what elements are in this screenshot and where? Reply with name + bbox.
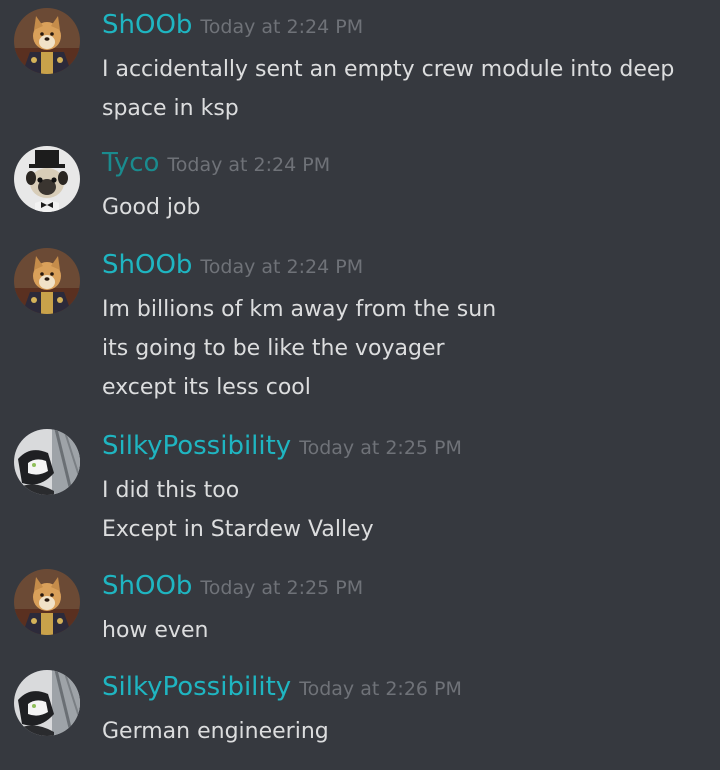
username[interactable]: ShOOb [102, 571, 192, 601]
message-header: Tyco Today at 2:24 PM [102, 146, 330, 183]
message-text: Good job [102, 195, 201, 220]
cat-window-avatar[interactable] [14, 429, 80, 495]
cat-window-avatar[interactable] [14, 670, 80, 736]
username[interactable]: ShOOb [102, 250, 192, 280]
timestamp: Today at 2:24 PM [167, 154, 331, 176]
message-header: ShOOb Today at 2:24 PM [102, 248, 363, 285]
message-text: I did this too [102, 478, 240, 503]
message-content: Good job [102, 188, 200, 227]
timestamp: Today at 2:25 PM [299, 437, 462, 459]
message-header: ShOOb Today at 2:24 PM [102, 8, 363, 45]
username[interactable]: SilkyPossibility [102, 672, 291, 702]
message-text: I accidentally sent an empty crew module… [102, 57, 675, 82]
pug-tophat-avatar[interactable] [14, 146, 80, 212]
chat-message-list: ShOOb Today at 2:24 PM I accidentally sen… [0, 0, 720, 770]
message-text: how even [102, 618, 209, 643]
message-text: German engineering [102, 719, 329, 744]
username[interactable]: SilkyPossibility [102, 431, 291, 461]
username[interactable]: ShOOb [102, 10, 192, 40]
message-text: Im billions of km away from the sun [102, 297, 497, 322]
shiba-general-avatar[interactable] [14, 569, 80, 635]
timestamp: Today at 2:26 PM [299, 678, 462, 700]
message-content: how even [102, 611, 208, 650]
message-header: SilkyPossibility Today at 2:26 PM [102, 670, 462, 707]
shiba-general-avatar[interactable] [14, 248, 80, 314]
message-content: German engineering [102, 712, 329, 751]
timestamp: Today at 2:24 PM [200, 256, 364, 278]
username[interactable]: Tyco [102, 148, 159, 178]
message-text: Except in Stardew Valley [102, 517, 374, 542]
timestamp: Today at 2:25 PM [200, 577, 364, 599]
message-text: space in ksp [102, 96, 239, 121]
message-text: its going to be like the voyager [102, 336, 445, 361]
message-content: I accidentally sent an empty crew module… [102, 50, 674, 128]
message-content: I did this too Except in Stardew Valley [102, 471, 374, 549]
message-text: except its less cool [102, 375, 311, 400]
message-content: Im billions of km away from the sun its … [102, 290, 496, 407]
timestamp: Today at 2:24 PM [200, 16, 364, 38]
message-header: ShOOb Today at 2:25 PM [102, 569, 363, 606]
message-header: SilkyPossibility Today at 2:25 PM [102, 429, 462, 466]
shiba-general-avatar[interactable] [14, 8, 80, 74]
